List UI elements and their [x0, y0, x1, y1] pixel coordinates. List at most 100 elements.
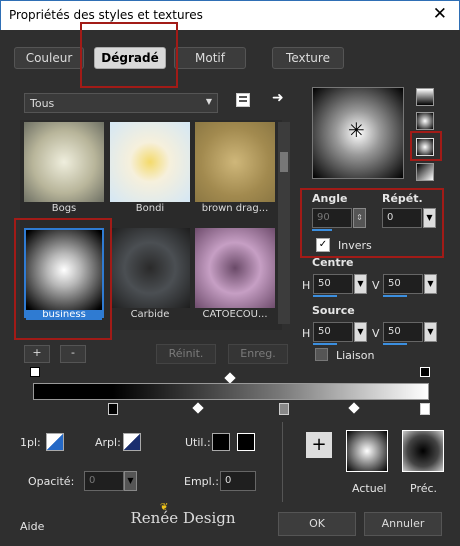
center-h-dropdown[interactable]: ▼ [354, 274, 367, 294]
angle-stepper[interactable]: ⇕ [353, 208, 366, 228]
color-stop[interactable] [279, 403, 289, 415]
category-value: Tous [30, 97, 55, 110]
angle-slider-bar[interactable] [312, 229, 332, 231]
save-button[interactable]: Enreg. [228, 344, 288, 364]
gradient-bar[interactable] [33, 383, 429, 400]
center-v-slider[interactable] [383, 295, 407, 297]
rectangular-gradient-icon[interactable] [416, 112, 434, 130]
gradient-thumbnail [110, 122, 190, 202]
tab-motif[interactable]: Motif [174, 47, 246, 69]
opacity-label: Opacité: [28, 475, 75, 488]
gallery-item-bondi[interactable]: Bondi [110, 122, 190, 214]
center-v-input[interactable]: 50 [383, 274, 423, 294]
center-v-dropdown[interactable]: ▼ [424, 274, 437, 294]
gradient-preview[interactable]: ✳ [312, 87, 404, 179]
source-v-dropdown[interactable]: ▼ [424, 322, 437, 342]
invert-label: Invers [338, 239, 372, 252]
cancel-button[interactable]: Annuler [364, 512, 442, 536]
center-crosshair-icon[interactable]: ✳ [348, 118, 365, 142]
midpoint-marker[interactable] [348, 402, 360, 414]
gallery-item-bogs[interactable]: Bogs [24, 122, 104, 214]
source-h-slider[interactable] [313, 343, 337, 345]
gradient-thumbnail [195, 228, 275, 308]
link-label: Liaison [336, 349, 375, 362]
user-color-2[interactable] [237, 433, 255, 451]
category-select[interactable]: Tous ▼ [24, 93, 218, 113]
add-gradient-button[interactable]: + [24, 345, 50, 363]
remove-gradient-button[interactable]: - [60, 345, 86, 363]
center-h-label: H [302, 279, 311, 292]
fg-color-swatch[interactable] [46, 433, 64, 451]
location-input[interactable]: 0 [220, 471, 256, 491]
center-v-value: 50 [388, 278, 401, 289]
invert-checkbox[interactable]: ✓ [316, 238, 330, 252]
opacity-input[interactable]: 0 [84, 471, 124, 491]
gallery-label: CATOECOU... [202, 309, 268, 320]
center-label: Centre [312, 256, 354, 269]
current-label: Actuel [352, 482, 387, 495]
repeat-dropdown[interactable]: ▼ [423, 208, 436, 228]
link-checkbox[interactable] [315, 348, 328, 361]
tab-texture[interactable]: Texture [272, 47, 344, 69]
source-v-value: 50 [388, 326, 401, 337]
title-bar: Propriétés des styles et textures ✕ [0, 0, 460, 30]
gallery-item-carbide[interactable]: Carbide [110, 228, 190, 320]
bg-color-swatch[interactable] [123, 433, 141, 451]
linear-gradient-icon[interactable] [416, 88, 434, 106]
color-stop[interactable] [420, 403, 430, 415]
bg-stop-marker[interactable] [420, 367, 430, 377]
highlight-box-style [410, 131, 442, 161]
bg-label: Arpl: [95, 436, 121, 449]
user-color-1[interactable] [212, 433, 230, 451]
ok-button[interactable]: OK [278, 512, 356, 536]
center-h-input[interactable]: 50 [313, 274, 353, 294]
center-v-label: V [372, 279, 380, 292]
add-plus-icon[interactable]: + [306, 432, 332, 458]
current-preview [346, 430, 388, 472]
opacity-dropdown[interactable]: ▼ [124, 471, 137, 491]
midpoint-marker[interactable] [192, 402, 204, 414]
repeat-input[interactable]: 0 [382, 208, 422, 228]
center-h-value: 50 [318, 278, 331, 289]
source-v-label: V [372, 327, 380, 340]
butterfly-icon: ❦ [160, 502, 169, 513]
sunburst-gradient-icon[interactable] [416, 163, 434, 181]
source-v-input[interactable]: 50 [383, 322, 423, 342]
location-label: Empl.: [184, 475, 219, 488]
tab-couleur[interactable]: Couleur [14, 47, 84, 69]
repeat-value: 0 [387, 212, 394, 223]
highlight-box-business [14, 218, 112, 340]
source-h-input[interactable]: 50 [313, 322, 353, 342]
gradient-thumbnail [24, 122, 104, 202]
watermark-logo: ❦ Renée Design [118, 502, 248, 531]
gallery-label: brown drag... [201, 203, 269, 214]
help-link[interactable]: Aide [20, 520, 44, 533]
source-h-label: H [302, 327, 311, 340]
gradient-thumbnail [195, 122, 275, 202]
angle-input[interactable]: 90 [312, 208, 352, 228]
gallery-item-brown-drag[interactable]: brown drag... [195, 122, 275, 214]
repeat-label: Répét. [382, 192, 423, 205]
center-h-slider[interactable] [313, 295, 337, 297]
scrollbar-thumb[interactable] [280, 152, 288, 172]
file-icon[interactable] [236, 93, 250, 107]
highlight-box-tab [80, 22, 178, 88]
angle-value: 90 [317, 212, 330, 223]
fg-label: 1pl: [20, 436, 41, 449]
previous-preview[interactable] [402, 430, 444, 472]
window-title: Propriétés des styles et textures [9, 8, 203, 22]
source-v-slider[interactable] [383, 343, 407, 345]
gallery-item-catoecou[interactable]: CATOECOU... [195, 228, 275, 320]
source-h-dropdown[interactable]: ▼ [354, 322, 367, 342]
source-label: Source [312, 304, 355, 317]
arrow-right-icon[interactable]: ➜ [272, 90, 284, 106]
color-stop[interactable] [108, 403, 118, 415]
divider [282, 422, 283, 502]
gallery-scrollbar[interactable] [278, 122, 290, 324]
close-icon[interactable]: ✕ [433, 4, 447, 24]
reset-button[interactable]: Réinit. [156, 344, 216, 364]
location-value: 0 [225, 475, 232, 486]
watermark-text: Renée Design [130, 509, 236, 527]
midpoint-marker[interactable] [224, 372, 236, 384]
fg-stop-marker[interactable] [30, 367, 40, 377]
